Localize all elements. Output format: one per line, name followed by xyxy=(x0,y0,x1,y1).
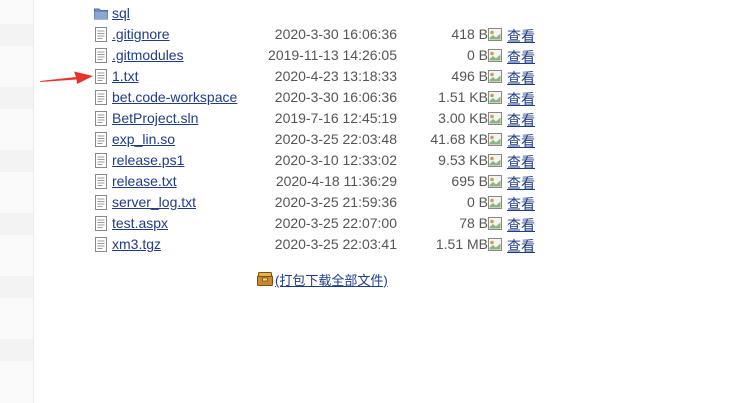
view-icon[interactable] xyxy=(488,91,502,104)
red-arrow-icon xyxy=(40,71,93,84)
file-row: release.ps1 2020-3-10 12:33:02 9.53 KB 查… xyxy=(94,150,554,171)
file-link[interactable]: xm3.tgz xyxy=(112,236,161,252)
document-icon xyxy=(95,153,107,168)
rail-band xyxy=(0,87,33,109)
file-row: bet.code-workspace 2020-3-30 16:06:36 1.… xyxy=(94,87,554,108)
document-icon xyxy=(95,195,107,210)
file-date: 2020-3-25 22:03:48 xyxy=(274,131,397,147)
rail-band xyxy=(0,24,33,46)
document-icon xyxy=(95,132,107,147)
file-date: 2020-4-18 11:36:29 xyxy=(275,173,397,189)
document-icon xyxy=(95,27,107,42)
file-date: 2019-7-16 12:45:19 xyxy=(274,110,397,126)
document-icon xyxy=(95,237,107,252)
file-size: 0 B xyxy=(466,47,488,63)
view-icon[interactable] xyxy=(488,154,502,167)
file-row: .gitmodules 2019-11-13 14:26:05 0 B 查看 xyxy=(94,45,554,66)
file-row: 1.txt 2020-4-23 13:18:33 496 B 查看 xyxy=(94,66,554,87)
view-link[interactable]: 查看 xyxy=(507,89,535,109)
rail-band xyxy=(0,213,33,235)
download-all-link[interactable]: (打包下载全部文件) xyxy=(275,270,388,289)
rail-band xyxy=(0,339,33,361)
view-link[interactable]: 查看 xyxy=(507,152,535,172)
file-row: server_log.txt 2020-3-25 21:59:36 0 B 查看 xyxy=(94,192,554,213)
file-link[interactable]: 1.txt xyxy=(112,68,138,84)
file-link[interactable]: release.txt xyxy=(112,173,177,189)
folder-row: sql xyxy=(94,3,554,24)
file-row: .gitignore 2020-3-30 16:06:36 418 B 查看 xyxy=(94,24,554,45)
file-list: sql .gitignore 2020-3-30 16:06:36 418 B … xyxy=(94,3,554,255)
file-date: 2020-3-25 21:59:36 xyxy=(274,194,397,210)
document-icon xyxy=(95,48,107,63)
file-link[interactable]: server_log.txt xyxy=(112,194,196,210)
file-row: exp_lin.so 2020-3-25 22:03:48 41.68 KB 查… xyxy=(94,129,554,150)
view-link[interactable]: 查看 xyxy=(507,215,535,235)
file-size: 0 B xyxy=(466,194,488,210)
file-link[interactable]: BetProject.sln xyxy=(112,110,198,126)
view-icon[interactable] xyxy=(488,49,502,62)
file-size: 695 B xyxy=(451,173,488,189)
file-row: BetProject.sln 2019-7-16 12:45:19 3.00 K… xyxy=(94,108,554,129)
file-link[interactable]: exp_lin.so xyxy=(112,131,175,147)
file-size: 418 B xyxy=(451,26,488,42)
file-row: xm3.tgz 2020-3-25 22:03:41 1.51 MB 查看 xyxy=(94,234,554,255)
file-size: 496 B xyxy=(451,68,488,84)
view-icon[interactable] xyxy=(488,28,502,41)
file-size: 78 B xyxy=(459,215,488,231)
file-date: 2020-4-23 13:18:33 xyxy=(274,68,397,84)
view-icon[interactable] xyxy=(488,196,502,209)
view-icon[interactable] xyxy=(488,133,502,146)
document-icon xyxy=(95,216,107,231)
file-size: 1.51 KB xyxy=(438,89,488,105)
rail-band xyxy=(0,276,33,298)
view-link[interactable]: 查看 xyxy=(507,131,535,151)
view-link[interactable]: 查看 xyxy=(507,173,535,193)
folder-link[interactable]: sql xyxy=(112,5,130,21)
file-date: 2020-3-10 12:33:02 xyxy=(274,152,397,168)
file-date: 2020-3-30 16:06:36 xyxy=(274,26,397,42)
view-icon[interactable] xyxy=(488,112,502,125)
file-link[interactable]: test.aspx xyxy=(112,215,168,231)
file-size: 41.68 KB xyxy=(430,131,488,147)
file-row: test.aspx 2020-3-25 22:07:00 78 B 查看 xyxy=(94,213,554,234)
file-date: 2020-3-30 16:06:36 xyxy=(274,89,397,105)
view-link[interactable]: 查看 xyxy=(507,110,535,130)
file-date: 2019-11-13 14:26:05 xyxy=(268,47,397,63)
package-icon xyxy=(257,272,273,286)
left-rail xyxy=(0,0,34,403)
file-link[interactable]: bet.code-workspace xyxy=(112,89,237,105)
document-icon xyxy=(95,69,107,84)
rail-band xyxy=(0,150,33,172)
document-icon xyxy=(95,174,107,189)
view-link[interactable]: 查看 xyxy=(507,194,535,214)
document-icon xyxy=(95,90,107,105)
view-link[interactable]: 查看 xyxy=(507,236,535,256)
view-link[interactable]: 查看 xyxy=(507,68,535,88)
view-link[interactable]: 查看 xyxy=(507,47,535,67)
view-link[interactable]: 查看 xyxy=(507,26,535,46)
view-icon[interactable] xyxy=(488,70,502,83)
file-date: 2020-3-25 22:03:41 xyxy=(274,236,397,252)
file-size: 9.53 KB xyxy=(438,152,488,168)
file-date: 2020-3-25 22:07:00 xyxy=(274,215,397,231)
file-size: 1.51 MB xyxy=(435,236,488,252)
file-link[interactable]: .gitmodules xyxy=(112,47,184,63)
view-icon[interactable] xyxy=(488,175,502,188)
view-icon[interactable] xyxy=(488,238,502,251)
view-icon[interactable] xyxy=(488,217,502,230)
file-link[interactable]: .gitignore xyxy=(112,26,170,42)
file-row: release.txt 2020-4-18 11:36:29 695 B 查看 xyxy=(94,171,554,192)
folder-icon xyxy=(94,8,108,20)
document-icon xyxy=(95,111,107,126)
file-link[interactable]: release.ps1 xyxy=(112,152,184,168)
file-size: 3.00 KB xyxy=(438,110,488,126)
